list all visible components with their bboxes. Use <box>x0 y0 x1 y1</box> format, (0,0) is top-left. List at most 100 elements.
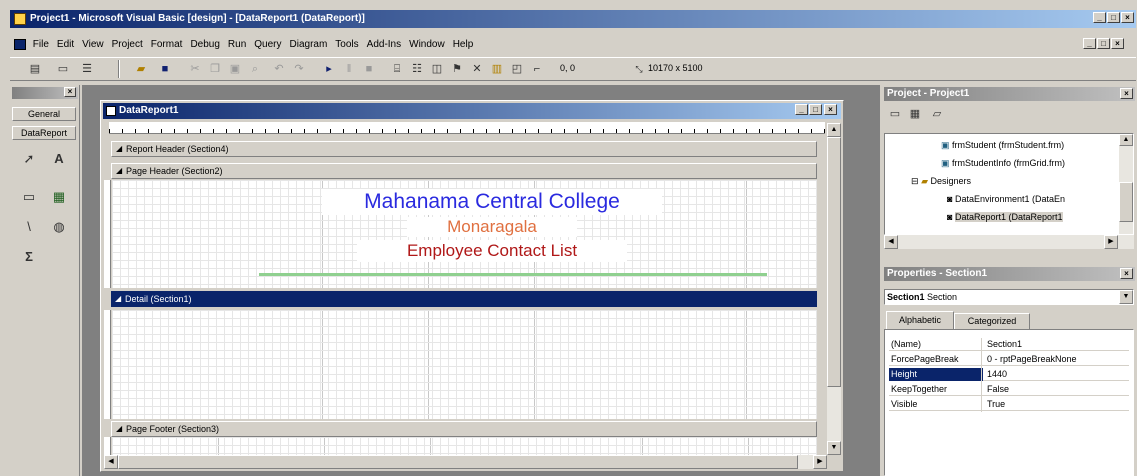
project-explorer-icon[interactable]: ⌸ <box>390 62 404 76</box>
tab-categorized[interactable]: Categorized <box>954 313 1030 329</box>
close-button[interactable]: × <box>1121 12 1134 23</box>
object-browser-icon[interactable]: ⚑ <box>450 62 464 76</box>
visual-component-manager-icon[interactable]: ◰ <box>510 62 524 76</box>
chevron-down-icon[interactable]: ▼ <box>1119 290 1133 304</box>
page-footer-band[interactable]: ◢ Page Footer (Section3) <box>111 421 817 437</box>
property-row[interactable]: KeepTogether False <box>889 383 1129 396</box>
project-title: Project - Project1 <box>887 88 970 99</box>
rpt-label-tool-icon[interactable]: A <box>48 148 70 170</box>
page-footer-section[interactable] <box>112 437 817 455</box>
page-header-band[interactable]: ◢ Page Header (Section2) <box>111 163 817 179</box>
copy-icon[interactable]: ❐ <box>208 62 222 76</box>
report-header-band[interactable]: ◢ Report Header (Section4) <box>111 141 817 157</box>
menu-item-help[interactable]: Help <box>453 37 474 53</box>
menu-item-tools[interactable]: Tools <box>335 37 358 53</box>
view-code-icon[interactable]: ▭ <box>886 105 904 123</box>
tree-item-dataenvironment[interactable]: ◙ DataEnvironment1 (DataEn <box>947 194 1065 204</box>
detail-section[interactable] <box>112 310 817 419</box>
datareport-minimize-button[interactable]: _ <box>795 104 808 115</box>
toolbox-tab-general[interactable]: General <box>12 107 76 121</box>
title-label[interactable]: Mahanama Central College <box>322 189 662 215</box>
tree-scroll-right[interactable]: ▶ <box>1104 235 1118 249</box>
scroll-right-button[interactable]: ▶ <box>813 455 827 469</box>
object-selector[interactable]: Section1 Section ▼ <box>884 289 1134 305</box>
datareport-close-button[interactable]: × <box>824 104 837 115</box>
cut-icon[interactable]: ✂ <box>188 62 202 76</box>
start-icon[interactable]: ▸ <box>322 62 336 76</box>
datareport-maximize-button[interactable]: □ <box>809 104 822 115</box>
maximize-button[interactable]: □ <box>1107 12 1120 23</box>
menu-item-diagram[interactable]: Diagram <box>290 37 328 53</box>
menu-item-format[interactable]: Format <box>151 37 183 53</box>
tree-item-frmstudentinfo[interactable]: ▣ frmStudentInfo (frmGrid.frm) <box>941 158 1065 169</box>
tree-scrollbar[interactable]: ▲ <box>1119 134 1133 234</box>
minimize-button[interactable]: _ <box>1093 12 1106 23</box>
app-title: Project1 - Microsoft Visual Basic [desig… <box>30 13 365 24</box>
end-icon[interactable]: ■ <box>362 62 376 76</box>
break-icon[interactable]: ‖ <box>342 62 356 76</box>
toolbox-close-button[interactable]: × <box>64 87 76 97</box>
menu-editor-icon[interactable]: ☰ <box>80 62 94 76</box>
vertical-scrollbar[interactable]: ▲ ▼ <box>827 123 841 455</box>
heading-label[interactable]: Employee Contact List <box>357 240 627 262</box>
mdi-close-button[interactable]: × <box>1111 38 1124 49</box>
rpt-line-tool-icon[interactable]: \ <box>18 216 40 238</box>
pointer-tool-icon[interactable]: ➚ <box>18 148 40 170</box>
mdi-restore-button[interactable]: □ <box>1097 38 1110 49</box>
add-form-icon[interactable]: ▭ <box>56 62 70 76</box>
mdi-minimize-button[interactable]: _ <box>1083 38 1096 49</box>
tree-item-frmstudent[interactable]: ▣ frmStudent (frmStudent.frm) <box>941 140 1064 151</box>
menu-item-file[interactable]: File <box>33 37 49 53</box>
tab-alphabetic[interactable]: Alphabetic <box>886 311 954 329</box>
property-row[interactable]: (Name) Section1 <box>889 338 1129 351</box>
open-folder-icon[interactable]: ▰ <box>134 62 148 76</box>
horizontal-scrollbar[interactable]: ◀ ▶ <box>104 455 827 469</box>
menu-item-run[interactable]: Run <box>228 37 246 53</box>
save-icon[interactable]: ■ <box>158 62 172 76</box>
rpt-image-tool-icon[interactable]: ▦ <box>48 186 70 208</box>
rpt-textbox-tool-icon[interactable]: ▭ <box>18 186 40 208</box>
scroll-down-button[interactable]: ▼ <box>827 441 841 455</box>
menu-item-view[interactable]: View <box>82 37 104 53</box>
properties-window-icon[interactable]: ☷ <box>410 62 424 76</box>
toolbox-icon[interactable]: ✕ <box>470 62 484 76</box>
menu-item-query[interactable]: Query <box>254 37 281 53</box>
paste-icon[interactable]: ▣ <box>228 62 242 76</box>
tree-scroll-thumb[interactable] <box>1119 182 1133 222</box>
project-tree: ▣ frmStudent (frmStudent.frm) ▣ frmStude… <box>884 133 1134 235</box>
property-row[interactable]: ForcePageBreak 0 - rptPageBreakNone <box>889 353 1129 366</box>
scroll-up-button[interactable]: ▲ <box>827 123 841 137</box>
data-view-icon[interactable]: ▥ <box>490 62 504 76</box>
add-project-icon[interactable]: ▤ <box>28 62 42 76</box>
header-underline[interactable] <box>259 273 767 276</box>
page-header-section[interactable]: Mahanama Central College Monaragala Empl… <box>112 180 817 288</box>
scroll-left-button[interactable]: ◀ <box>104 455 118 469</box>
tree-scroll-up[interactable]: ▲ <box>1119 134 1133 146</box>
rpt-function-tool-icon[interactable]: Σ <box>18 246 40 268</box>
find-icon[interactable]: ⌕ <box>248 62 262 76</box>
tree-h-scrollbar[interactable]: ◀ ▶ <box>884 235 1134 249</box>
scroll-h-thumb[interactable] <box>118 455 798 469</box>
tree-item-designers[interactable]: ⊟ ▰ Designers <box>911 176 971 187</box>
project-close-button[interactable]: × <box>1120 88 1133 99</box>
menu-item-window[interactable]: Window <box>409 37 445 53</box>
toolbox-tab-datareport[interactable]: DataReport <box>12 126 76 140</box>
tree-item-datareport[interactable]: ◙ DataReport1 (DataReport1 <box>947 212 1063 222</box>
scroll-thumb[interactable] <box>827 137 841 387</box>
menu-item-project[interactable]: Project <box>112 37 143 53</box>
tree-scroll-left[interactable]: ◀ <box>884 235 898 249</box>
redo-icon[interactable]: ↷ <box>292 62 306 76</box>
menu-item-debug[interactable]: Debug <box>190 37 219 53</box>
undo-icon[interactable]: ↶ <box>272 62 286 76</box>
detail-band[interactable]: ◢ Detail (Section1) <box>111 291 817 307</box>
properties-close-button[interactable]: × <box>1120 268 1133 279</box>
form-layout-icon[interactable]: ◫ <box>430 62 444 76</box>
toggle-folders-icon[interactable]: ▱ <box>928 105 946 123</box>
menu-item-edit[interactable]: Edit <box>57 37 74 53</box>
property-row[interactable]: Visible True <box>889 398 1129 411</box>
property-row-selected[interactable]: Height 1440 <box>889 368 1129 381</box>
menu-item-addins[interactable]: Add-Ins <box>367 37 401 53</box>
rpt-shape-tool-icon[interactable]: ◍ <box>48 216 70 238</box>
view-object-icon[interactable]: ▦ <box>906 105 924 123</box>
subtitle-label[interactable]: Monaragala <box>407 217 577 237</box>
